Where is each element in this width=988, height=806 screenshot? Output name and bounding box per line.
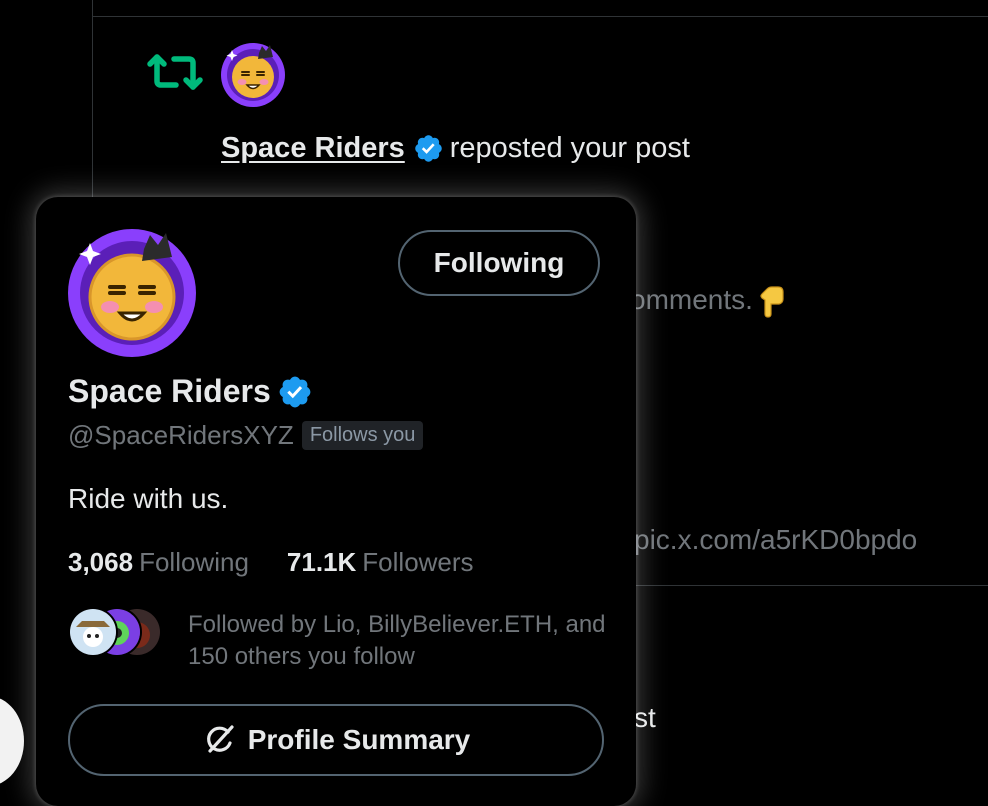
followers-label: Followers [362, 547, 474, 577]
profile-name-row: Space Riders [68, 373, 313, 410]
profile-bio: Ride with us. [68, 483, 229, 514]
post-divider [600, 585, 988, 586]
notification-user-link[interactable]: Space Riders [221, 132, 405, 165]
top-divider [92, 16, 988, 17]
verified-badge-icon [415, 135, 442, 162]
verified-badge-icon [279, 376, 311, 407]
background-post-text: omments. [630, 284, 785, 318]
followers-count: 71.1K [286, 547, 357, 577]
notification-action: reposted your post [449, 132, 690, 164]
avatar-space-riders-small[interactable] [220, 42, 286, 108]
avatar-space-riders[interactable] [66, 227, 198, 359]
repost-icon [147, 54, 203, 90]
profile-hover-card: Following Space Riders @SpaceRidersXYZ F… [36, 197, 636, 806]
background-post-link[interactable]: pic.x.com/a5rKD0bpdo [634, 524, 917, 556]
profile-summary-button[interactable]: Profile Summary [68, 704, 604, 776]
repost-notification-text: Space Riders reposted your post [221, 132, 690, 165]
following-button[interactable]: Following [398, 230, 600, 296]
profile-handle[interactable]: @SpaceRidersXYZ [68, 420, 294, 451]
profile-stats: 3,068 Following 71.1K Followers [68, 547, 474, 578]
profile-display-name[interactable]: Space Riders [68, 373, 271, 410]
followed-by-text[interactable]: Followed by Lio, BillyBeliever.ETH, and … [188, 609, 608, 673]
profile-summary-label: Profile Summary [247, 724, 471, 755]
background-post-fragment: st [634, 702, 656, 733]
profile-handle-row: @SpaceRidersXYZ Follows you [68, 420, 424, 451]
point-down-emoji-icon [760, 286, 784, 318]
grok-icon [206, 725, 234, 753]
mutual-avatar-1 [68, 607, 118, 657]
following-count: 3,068 [68, 547, 134, 577]
follows-you-badge: Follows you [301, 421, 424, 450]
following-label: Following [139, 547, 249, 577]
following-count-link[interactable]: 3,068 Following [68, 547, 249, 578]
mutual-followers-avatars[interactable] [68, 607, 164, 657]
followers-count-link[interactable]: 71.1K Followers [287, 547, 474, 578]
